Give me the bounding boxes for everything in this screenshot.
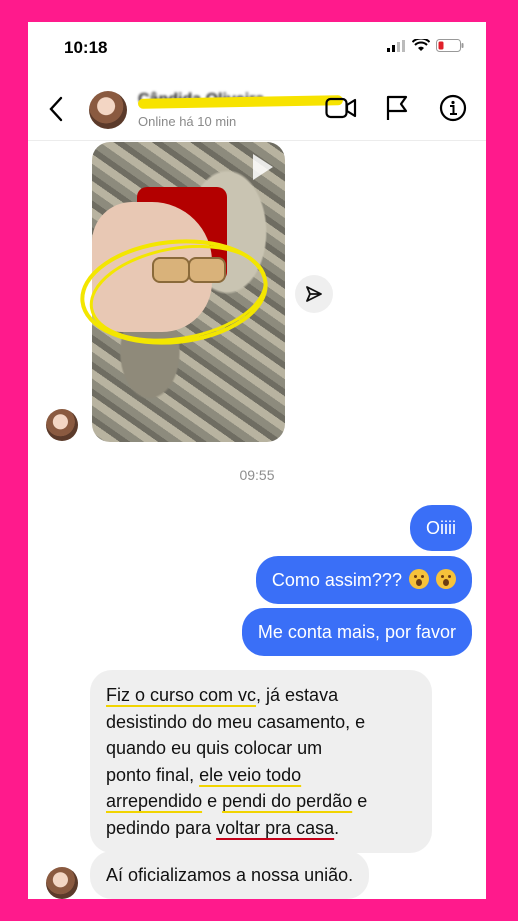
phone-screen: 10:18 Cândida Oliveira xyxy=(28,22,486,899)
underlined-text: voltar pra casa xyxy=(216,817,335,838)
text: ponto final, xyxy=(106,764,200,785)
message-text: Me conta mais, por favor xyxy=(257,622,456,642)
status-bar: 10:18 xyxy=(28,22,486,72)
contact-avatar[interactable] xyxy=(89,91,127,129)
message-timestamp: 09:55 xyxy=(239,467,275,483)
text: , já estava xyxy=(256,685,339,705)
message-line: pedindo para voltar pra casa. xyxy=(106,815,416,842)
flag-icon[interactable] xyxy=(384,94,410,122)
status-icons xyxy=(386,39,464,52)
text: e xyxy=(352,791,368,811)
share-icon xyxy=(306,286,322,302)
outgoing-message[interactable]: Oiiii xyxy=(410,505,472,551)
underlined-text: pendi do perdão xyxy=(222,791,353,811)
ring xyxy=(152,257,190,283)
share-button[interactable] xyxy=(295,275,333,313)
message-line: quando eu quis colocar um xyxy=(106,735,416,762)
sender-avatar[interactable] xyxy=(46,867,78,899)
text: quando eu quis colocar um xyxy=(106,738,323,758)
play-icon[interactable] xyxy=(253,154,273,180)
status-time: 10:18 xyxy=(64,38,108,57)
message-text: Oiiii xyxy=(426,518,456,538)
message-text: Como assim??? xyxy=(271,570,402,590)
outgoing-message[interactable]: Como assim??? xyxy=(255,556,472,604)
incoming-message[interactable]: Fiz o curso com vc, já estava desistindo… xyxy=(90,670,432,853)
info-icon[interactable] xyxy=(439,94,467,122)
underlined-text: arrependido xyxy=(106,791,203,811)
message-line: Fiz o curso com vc, já estava xyxy=(106,682,416,709)
message-line: arrependido e pendi do perdão e xyxy=(106,788,416,815)
chat-header: Cândida Oliveira Online há 10 min xyxy=(28,84,486,141)
text: e xyxy=(202,791,223,811)
shared-video-thumbnail[interactable] xyxy=(92,142,285,442)
message-text: Aí oficializamos a nossa união. xyxy=(106,865,354,885)
text: . xyxy=(334,817,340,838)
message-line: ponto final, ele veio todo xyxy=(106,762,416,789)
astonished-face-icon xyxy=(436,569,456,589)
online-status: Online há 10 min xyxy=(138,114,237,129)
signal-icon xyxy=(387,39,405,52)
sender-avatar[interactable] xyxy=(46,409,78,441)
underlined-text: ele veio todo xyxy=(199,764,302,785)
back-icon[interactable] xyxy=(44,94,70,124)
battery-icon xyxy=(436,39,464,52)
video-call-icon[interactable] xyxy=(325,96,357,120)
underlined-text: Fiz o curso com vc xyxy=(106,685,257,705)
ring xyxy=(188,257,226,283)
outgoing-message[interactable]: Me conta mais, por favor xyxy=(241,608,472,656)
message-line: desistindo do meu casamento, e xyxy=(106,709,416,736)
text: desistindo do meu casamento, e xyxy=(106,711,366,732)
wifi-icon xyxy=(412,39,430,51)
text: pedindo para xyxy=(106,817,217,838)
contact-name-redacted[interactable]: Cândida Oliveira xyxy=(137,91,348,111)
incoming-message[interactable]: Aí oficializamos a nossa união. xyxy=(90,851,370,899)
astonished-face-icon xyxy=(408,569,429,589)
